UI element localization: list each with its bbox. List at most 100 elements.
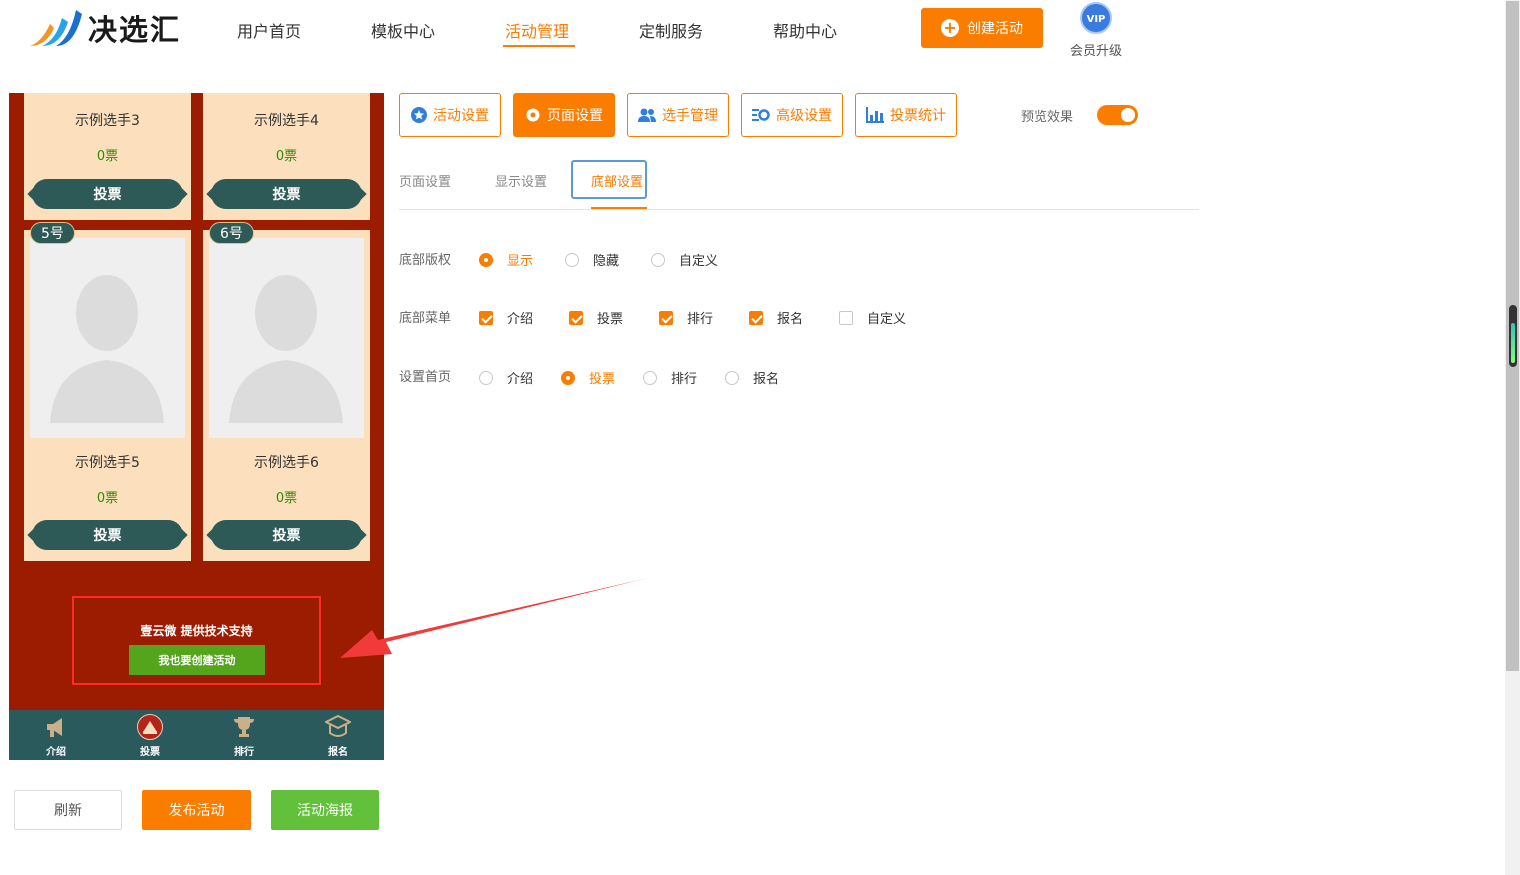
menu-option-signup[interactable]: 报名 (749, 308, 803, 327)
radio-selected[interactable] (561, 370, 575, 385)
option-label: 报名 (753, 372, 780, 387)
toggle-knob (1121, 108, 1135, 122)
star-icon (411, 107, 427, 123)
menu-option-ranking[interactable]: 排行 (659, 308, 713, 327)
vip-badge-icon: VIP (1080, 2, 1112, 34)
vote-statistics-button[interactable]: 投票统计 (855, 93, 957, 137)
menu-option-intro[interactable]: 介绍 (479, 308, 533, 327)
mobile-tab-bar: 介绍 投票 排行 报名 (9, 710, 384, 760)
gear-icon (526, 108, 540, 122)
menu-option-vote[interactable]: 投票 (569, 308, 623, 327)
contestant-management-button[interactable]: 选手管理 (627, 93, 729, 137)
brand-name: 决选汇 (88, 13, 182, 47)
option-label: 显示 (507, 254, 534, 269)
checkbox-checked[interactable] (749, 310, 763, 325)
option-label: 自定义 (867, 312, 907, 327)
nav-custom-service[interactable]: 定制服务 (639, 18, 703, 42)
vote-button[interactable]: 投票 (211, 520, 362, 550)
checkbox-checked[interactable] (569, 310, 583, 325)
home-option-vote[interactable]: 投票 (561, 368, 615, 387)
contestant-management-label: 选手管理 (662, 108, 718, 124)
tech-support-text: 壹云微 提供技术支持 (140, 624, 253, 638)
contestant-name: 示例选手6 (254, 455, 319, 471)
preview-toggle[interactable] (1097, 105, 1138, 125)
vote-button[interactable]: 投票 (32, 520, 183, 550)
signup-icon (325, 714, 351, 737)
subtab-page-settings[interactable]: 页面设置 (399, 171, 451, 190)
page-settings-button[interactable]: 页面设置 (513, 93, 615, 137)
tab-label: 排行 (234, 747, 254, 758)
contestant-votes: 0票 (275, 491, 298, 506)
trophy-icon (234, 717, 254, 737)
radio[interactable] (651, 252, 665, 267)
scroll-indicator-widget[interactable] (1509, 305, 1517, 367)
contestant-photo-placeholder (209, 238, 364, 438)
contestant-name: 示例选手5 (75, 455, 140, 471)
checkbox[interactable] (839, 310, 853, 325)
nav-user-home[interactable]: 用户首页 (237, 18, 301, 42)
activity-poster-button[interactable]: 活动海报 (271, 790, 379, 830)
tab-intro[interactable]: 介绍 (9, 710, 103, 760)
avatar-placeholder-icon (50, 275, 164, 423)
home-option-intro[interactable]: 介绍 (479, 368, 533, 387)
bar-chart-icon (866, 107, 884, 123)
contestant-votes: 0票 (96, 149, 119, 164)
menu-option-custom[interactable]: 自定义 (839, 308, 906, 327)
radio[interactable] (565, 252, 579, 267)
nav-template-center[interactable]: 模板中心 (371, 18, 435, 42)
option-label: 隐藏 (593, 254, 620, 269)
vote-button[interactable]: 投票 (32, 179, 183, 209)
create-activity-button[interactable]: + 创建活动 (921, 8, 1043, 48)
activity-settings-button[interactable]: 活动设置 (399, 93, 501, 137)
vip-upgrade-label: 会员升级 (1069, 44, 1122, 59)
contestant-number-tag: 6号 (209, 222, 254, 244)
plus-icon: + (941, 19, 959, 37)
option-label: 投票 (597, 312, 624, 327)
radio[interactable] (725, 370, 739, 385)
contestant-card: 示例选手3 0票 投票 (24, 93, 191, 220)
vote-button[interactable]: 投票 (211, 179, 362, 209)
create-my-activity-button[interactable]: 我也要创建活动 (129, 645, 265, 675)
vip-upgrade[interactable]: VIP 会员升级 (1066, 2, 1126, 59)
tab-label: 投票 (140, 747, 160, 758)
option-label: 投票 (589, 372, 616, 387)
tab-label: 介绍 (46, 747, 66, 758)
nav-help-center[interactable]: 帮助中心 (773, 18, 837, 42)
subtab-display-settings[interactable]: 显示设置 (495, 171, 547, 190)
advanced-settings-button[interactable]: 高级设置 (741, 93, 843, 137)
vote-statistics-label: 投票统计 (890, 108, 946, 124)
subtab-footer-settings[interactable]: 底部设置 (591, 171, 643, 190)
home-option-ranking[interactable]: 排行 (643, 368, 697, 387)
option-label: 排行 (671, 372, 698, 387)
radio[interactable] (479, 370, 493, 385)
tab-label: 报名 (328, 747, 348, 758)
home-row-label: 设置首页 (399, 370, 452, 385)
copyright-option-show[interactable]: 显示 (479, 250, 533, 269)
nav-activity-management[interactable]: 活动管理 (505, 18, 569, 42)
copyright-option-hide[interactable]: 隐藏 (565, 250, 619, 269)
checkbox-checked[interactable] (659, 310, 673, 325)
logo[interactable]: 决选汇 (28, 6, 181, 50)
annotation-arrow (340, 578, 648, 658)
tab-signup[interactable]: 报名 (291, 710, 384, 760)
radio-selected[interactable] (479, 252, 493, 267)
menu-row-label: 底部菜单 (399, 311, 452, 326)
radio[interactable] (643, 370, 657, 385)
home-option-signup[interactable]: 报名 (725, 368, 779, 387)
top-nav: 决选汇 用户首页 模板中心 活动管理 定制服务 帮助中心 + 创建活动 VIP … (0, 0, 1505, 62)
checkbox-checked[interactable] (479, 310, 493, 325)
tab-vote[interactable]: 投票 (103, 710, 197, 760)
subtab-divider (399, 209, 1199, 210)
activity-settings-label: 活动设置 (433, 108, 489, 124)
page: 决选汇 用户首页 模板中心 活动管理 定制服务 帮助中心 + 创建活动 VIP … (0, 0, 1520, 875)
refresh-button[interactable]: 刷新 (14, 790, 122, 830)
megaphone-icon (47, 718, 62, 737)
contestant-number-tag: 5号 (30, 222, 75, 244)
copyright-option-custom[interactable]: 自定义 (651, 250, 718, 269)
create-activity-label: 创建活动 (967, 21, 1023, 37)
tab-ranking[interactable]: 排行 (197, 710, 291, 760)
option-label: 介绍 (507, 372, 534, 387)
publish-activity-button[interactable]: 发布活动 (142, 790, 251, 830)
vote-icon (137, 714, 163, 740)
contestant-card: 5号 示例选手5 0票 投票 (24, 222, 191, 561)
